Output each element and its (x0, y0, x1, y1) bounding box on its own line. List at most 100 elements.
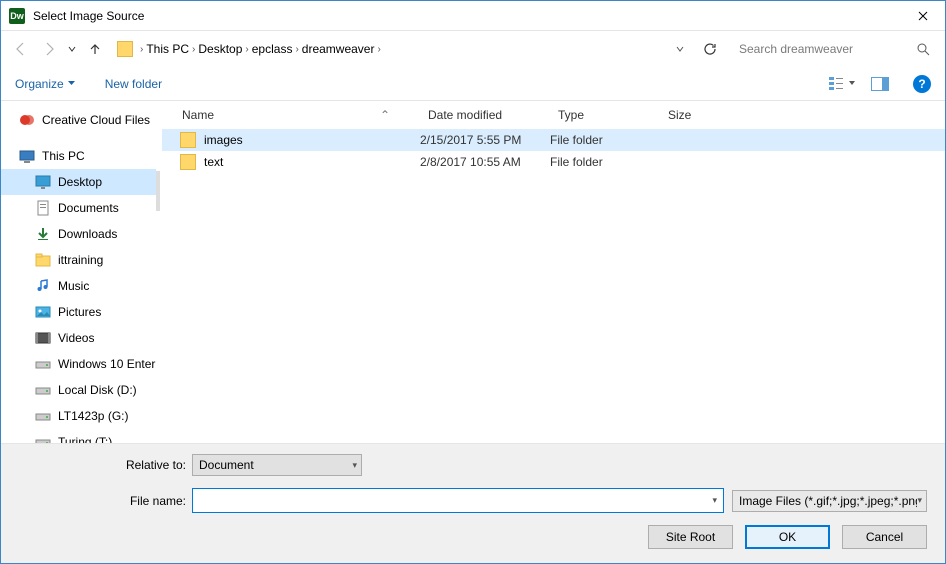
tree-item[interactable]: Pictures (1, 299, 156, 325)
relative-to-combo[interactable]: Document ▾ (192, 454, 362, 476)
file-row[interactable]: images2/15/2017 5:55 PMFile folder (162, 129, 945, 151)
tree-item[interactable]: ittraining (1, 247, 156, 273)
chevron-right-icon: › (245, 44, 248, 55)
filename-label: File name: (19, 494, 192, 508)
search-icon (917, 43, 930, 56)
tree-item-label: Creative Cloud Files (42, 113, 150, 127)
organize-button[interactable]: Organize (15, 77, 75, 91)
chevron-down-icon: ▾ (352, 460, 357, 471)
tree-item-label: ittraining (58, 253, 103, 267)
tree-item[interactable]: LT1423p (G:) (1, 403, 156, 429)
filename-field[interactable]: ▾ (192, 488, 724, 513)
search-box[interactable]: Search dreamweaver (732, 37, 937, 61)
navigation-tree[interactable]: Creative Cloud Files This PC Desktop Docume… (1, 101, 156, 443)
arrow-left-icon (13, 41, 29, 57)
tree-item[interactable]: This PC (1, 143, 156, 169)
view-mode-button[interactable] (829, 76, 857, 92)
chevron-down-icon[interactable]: ▾ (712, 495, 717, 506)
chevron-right-icon: › (377, 44, 380, 55)
tree-item[interactable]: Documents (1, 195, 156, 221)
site-root-button[interactable]: Site Root (648, 525, 733, 549)
column-size[interactable]: Size (660, 108, 720, 122)
tree-item-label: Desktop (58, 175, 102, 189)
refresh-button[interactable] (698, 37, 722, 61)
arrow-up-icon (87, 41, 103, 57)
refresh-icon (703, 42, 717, 56)
tree-item-label: LT1423p (G:) (58, 409, 128, 423)
cc-icon (19, 112, 35, 128)
breadcrumb-segment[interactable]: Desktop (198, 42, 242, 56)
column-type[interactable]: Type (550, 108, 660, 122)
tree-item-label: Videos (58, 331, 94, 345)
search-placeholder: Search dreamweaver (739, 42, 917, 56)
forward-button[interactable] (37, 37, 61, 61)
window-title: Select Image Source (33, 9, 900, 23)
back-button[interactable] (9, 37, 33, 61)
relative-to-label: Relative to: (19, 458, 192, 472)
folder-icon (180, 132, 196, 148)
tree-item-label: Local Disk (D:) (58, 383, 137, 397)
address-bar[interactable]: › This PC › Desktop › epclass › dreamwea… (113, 37, 692, 61)
file-type: File folder (550, 133, 660, 147)
help-icon: ? (918, 77, 925, 91)
file-date: 2/15/2017 5:55 PM (420, 133, 550, 147)
breadcrumb-segment[interactable]: dreamweaver (302, 42, 375, 56)
app-icon: Dw (9, 8, 25, 24)
tree-item[interactable]: Videos (1, 325, 156, 351)
close-button[interactable] (900, 1, 945, 31)
desktop-icon (35, 174, 51, 190)
tree-item[interactable]: Desktop (1, 169, 156, 195)
folder-icon (180, 154, 196, 170)
column-headers: Name ⌃ Date modified Type Size (162, 101, 945, 129)
tree-item[interactable]: Music (1, 273, 156, 299)
history-dropdown[interactable] (65, 45, 79, 53)
file-date: 2/8/2017 10:55 AM (420, 155, 550, 169)
column-name[interactable]: Name ⌃ (162, 108, 420, 122)
chevron-right-icon: › (192, 44, 195, 55)
tree-item[interactable]: Creative Cloud Files (1, 107, 156, 133)
ok-button[interactable]: OK (745, 525, 830, 549)
help-button[interactable]: ? (913, 75, 931, 93)
file-name: text (204, 155, 420, 169)
filename-input[interactable] (199, 493, 712, 509)
chevron-down-icon (68, 80, 75, 87)
new-folder-button[interactable]: New folder (105, 77, 162, 91)
cancel-button[interactable]: Cancel (842, 525, 927, 549)
docs-icon (35, 200, 51, 216)
drive-icon (35, 356, 51, 372)
file-name: images (204, 133, 420, 147)
tree-item-label: Downloads (58, 227, 117, 241)
music-icon (35, 278, 51, 294)
drive-icon (35, 434, 51, 443)
toolbar: Organize New folder ? (1, 67, 945, 101)
folder-icon (117, 41, 133, 57)
video-icon (35, 330, 51, 346)
filetype-combo[interactable]: Image Files (*.gif;*.jpg;*.jpeg;*.png;*.… (732, 490, 927, 512)
pc-icon (19, 148, 35, 164)
tree-item-label: Turing (T:) (58, 435, 112, 443)
breadcrumb-segment[interactable]: This PC (146, 42, 189, 56)
breadcrumb-segment[interactable]: epclass (252, 42, 293, 56)
pics-icon (35, 304, 51, 320)
up-button[interactable] (83, 37, 107, 61)
preview-pane-button[interactable] (871, 77, 889, 91)
address-dropdown[interactable] (672, 45, 688, 53)
file-row[interactable]: text2/8/2017 10:55 AMFile folder (162, 151, 945, 173)
chevron-right-icon: › (295, 44, 298, 55)
chevron-down-icon: ▾ (917, 495, 922, 506)
drive-icon (35, 382, 51, 398)
tree-item-label: Windows 10 Enterprise (58, 357, 156, 371)
tree-item[interactable]: Turing (T:) (1, 429, 156, 443)
sort-indicator-icon: ⌃ (380, 108, 390, 122)
titlebar: Dw Select Image Source (1, 1, 945, 31)
dialog-window: Dw Select Image Source › This PC › Deskt… (0, 0, 946, 564)
column-date[interactable]: Date modified (420, 108, 550, 122)
tree-item[interactable]: Windows 10 Enterprise (1, 351, 156, 377)
arrow-right-icon (41, 41, 57, 57)
tree-item[interactable]: Local Disk (D:) (1, 377, 156, 403)
file-type: File folder (550, 155, 660, 169)
tree-item-label: This PC (42, 149, 85, 163)
splitter[interactable] (156, 101, 162, 443)
body: Creative Cloud Files This PC Desktop Docume… (1, 101, 945, 443)
tree-item[interactable]: Downloads (1, 221, 156, 247)
